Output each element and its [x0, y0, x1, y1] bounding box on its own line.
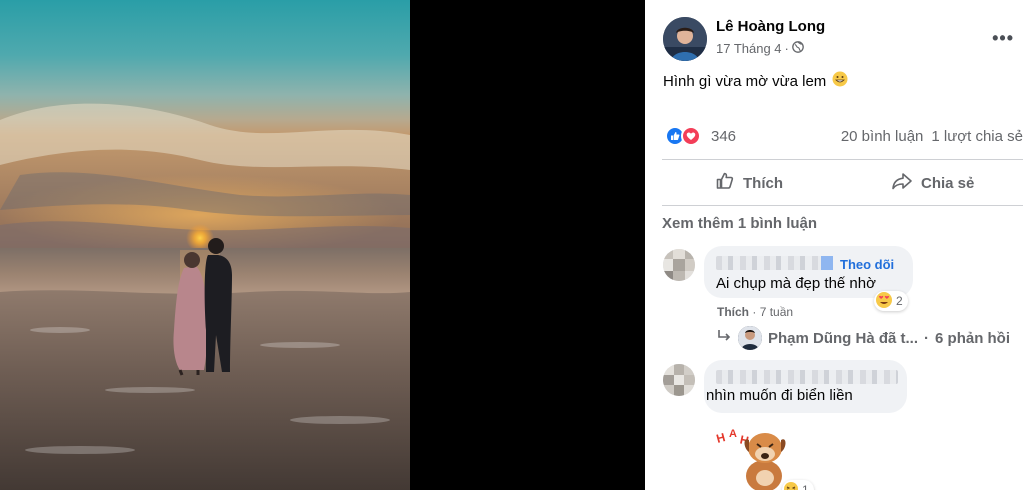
more-horizontal-icon: •••: [992, 28, 1014, 48]
comment-reaction-badge[interactable]: 2: [874, 291, 908, 311]
svg-text:H: H: [715, 430, 727, 446]
grinning-face-emoji: [832, 71, 848, 91]
share-button-label: Chia sẻ: [921, 174, 975, 192]
share-count[interactable]: 1 lượt chia sẻ: [931, 128, 1023, 145]
commenter-name-blurred[interactable]: [716, 256, 832, 270]
svg-text:A: A: [729, 428, 737, 440]
reply-count: 6 phản hồi: [935, 329, 1011, 347]
globe-icon: [792, 41, 804, 56]
post-photo[interactable]: [0, 0, 410, 490]
blur-accent: [821, 256, 833, 270]
more-options-button[interactable]: •••: [992, 28, 1014, 49]
comment-reaction-count: 2: [896, 294, 903, 308]
comment-count[interactable]: 20 bình luận: [841, 128, 924, 145]
reply-separator: ·: [924, 329, 930, 347]
post-text: Hình gì vừa mờ vừa lem: [663, 71, 848, 91]
divider-top: [662, 159, 1023, 160]
author-name[interactable]: Lê Hoàng Long: [716, 18, 825, 35]
beach-sunset-photo: [0, 0, 410, 490]
comment-like-button[interactable]: Thích: [717, 305, 749, 319]
share-arrow-icon: [891, 171, 913, 195]
view-replies-link[interactable]: Phạm Dũng Hà đã t... · 6 phản hồi: [716, 326, 1010, 350]
haha-icon: [783, 481, 799, 490]
post-panel: Lê Hoàng Long 17 Tháng 4 · ••• Hình gì v…: [645, 0, 1028, 490]
author-avatar[interactable]: [663, 17, 707, 61]
reply-arrow-icon: [716, 328, 732, 348]
see-more-comments-link[interactable]: Xem thêm 1 bình luận: [662, 215, 817, 232]
meta-separator: ·: [784, 41, 789, 56]
comment-action-sep: ·: [752, 305, 757, 319]
comment-text-2: nhìn muốn đi biển liền: [706, 387, 853, 404]
commenter-avatar[interactable]: [663, 249, 695, 281]
like-button-label: Thích: [743, 174, 783, 192]
photo-viewer[interactable]: [0, 0, 645, 490]
love-icon: [681, 126, 701, 146]
comment-reaction-count-2: 1: [802, 483, 809, 490]
commenter-avatar-2[interactable]: [663, 364, 695, 396]
reaction-summary[interactable]: 346: [665, 126, 736, 146]
like-button[interactable]: Thích: [715, 168, 783, 198]
comment-reaction-badge-2[interactable]: 1: [782, 480, 814, 490]
commenter-name-blurred-2[interactable]: [716, 370, 898, 384]
haha-heart-eyes-icon: [875, 291, 893, 312]
comment-time[interactable]: 7 tuần: [760, 305, 793, 319]
post-date[interactable]: 17 Tháng 4: [716, 41, 782, 56]
divider-bottom: [662, 205, 1023, 206]
engagement-counts: 20 bình luận 1 lượt chia sẻ: [841, 128, 1023, 145]
reply-user-avatar: [738, 326, 762, 350]
thumbs-up-icon: [715, 171, 735, 195]
comment-text: Ai chụp mà đẹp thế nhờ: [716, 275, 876, 292]
follow-link[interactable]: Theo dõi: [840, 257, 894, 272]
reaction-count: 346: [711, 127, 737, 145]
reply-user-text: Phạm Dũng Hà đã t...: [768, 329, 919, 347]
dog-sticker: H A H: [713, 426, 793, 490]
share-button[interactable]: Chia sẻ: [891, 168, 974, 198]
comment-actions: Thích · 7 tuần: [717, 305, 793, 319]
post-meta: 17 Tháng 4 ·: [716, 41, 804, 56]
post-text-content: Hình gì vừa mờ vừa lem: [663, 72, 827, 90]
